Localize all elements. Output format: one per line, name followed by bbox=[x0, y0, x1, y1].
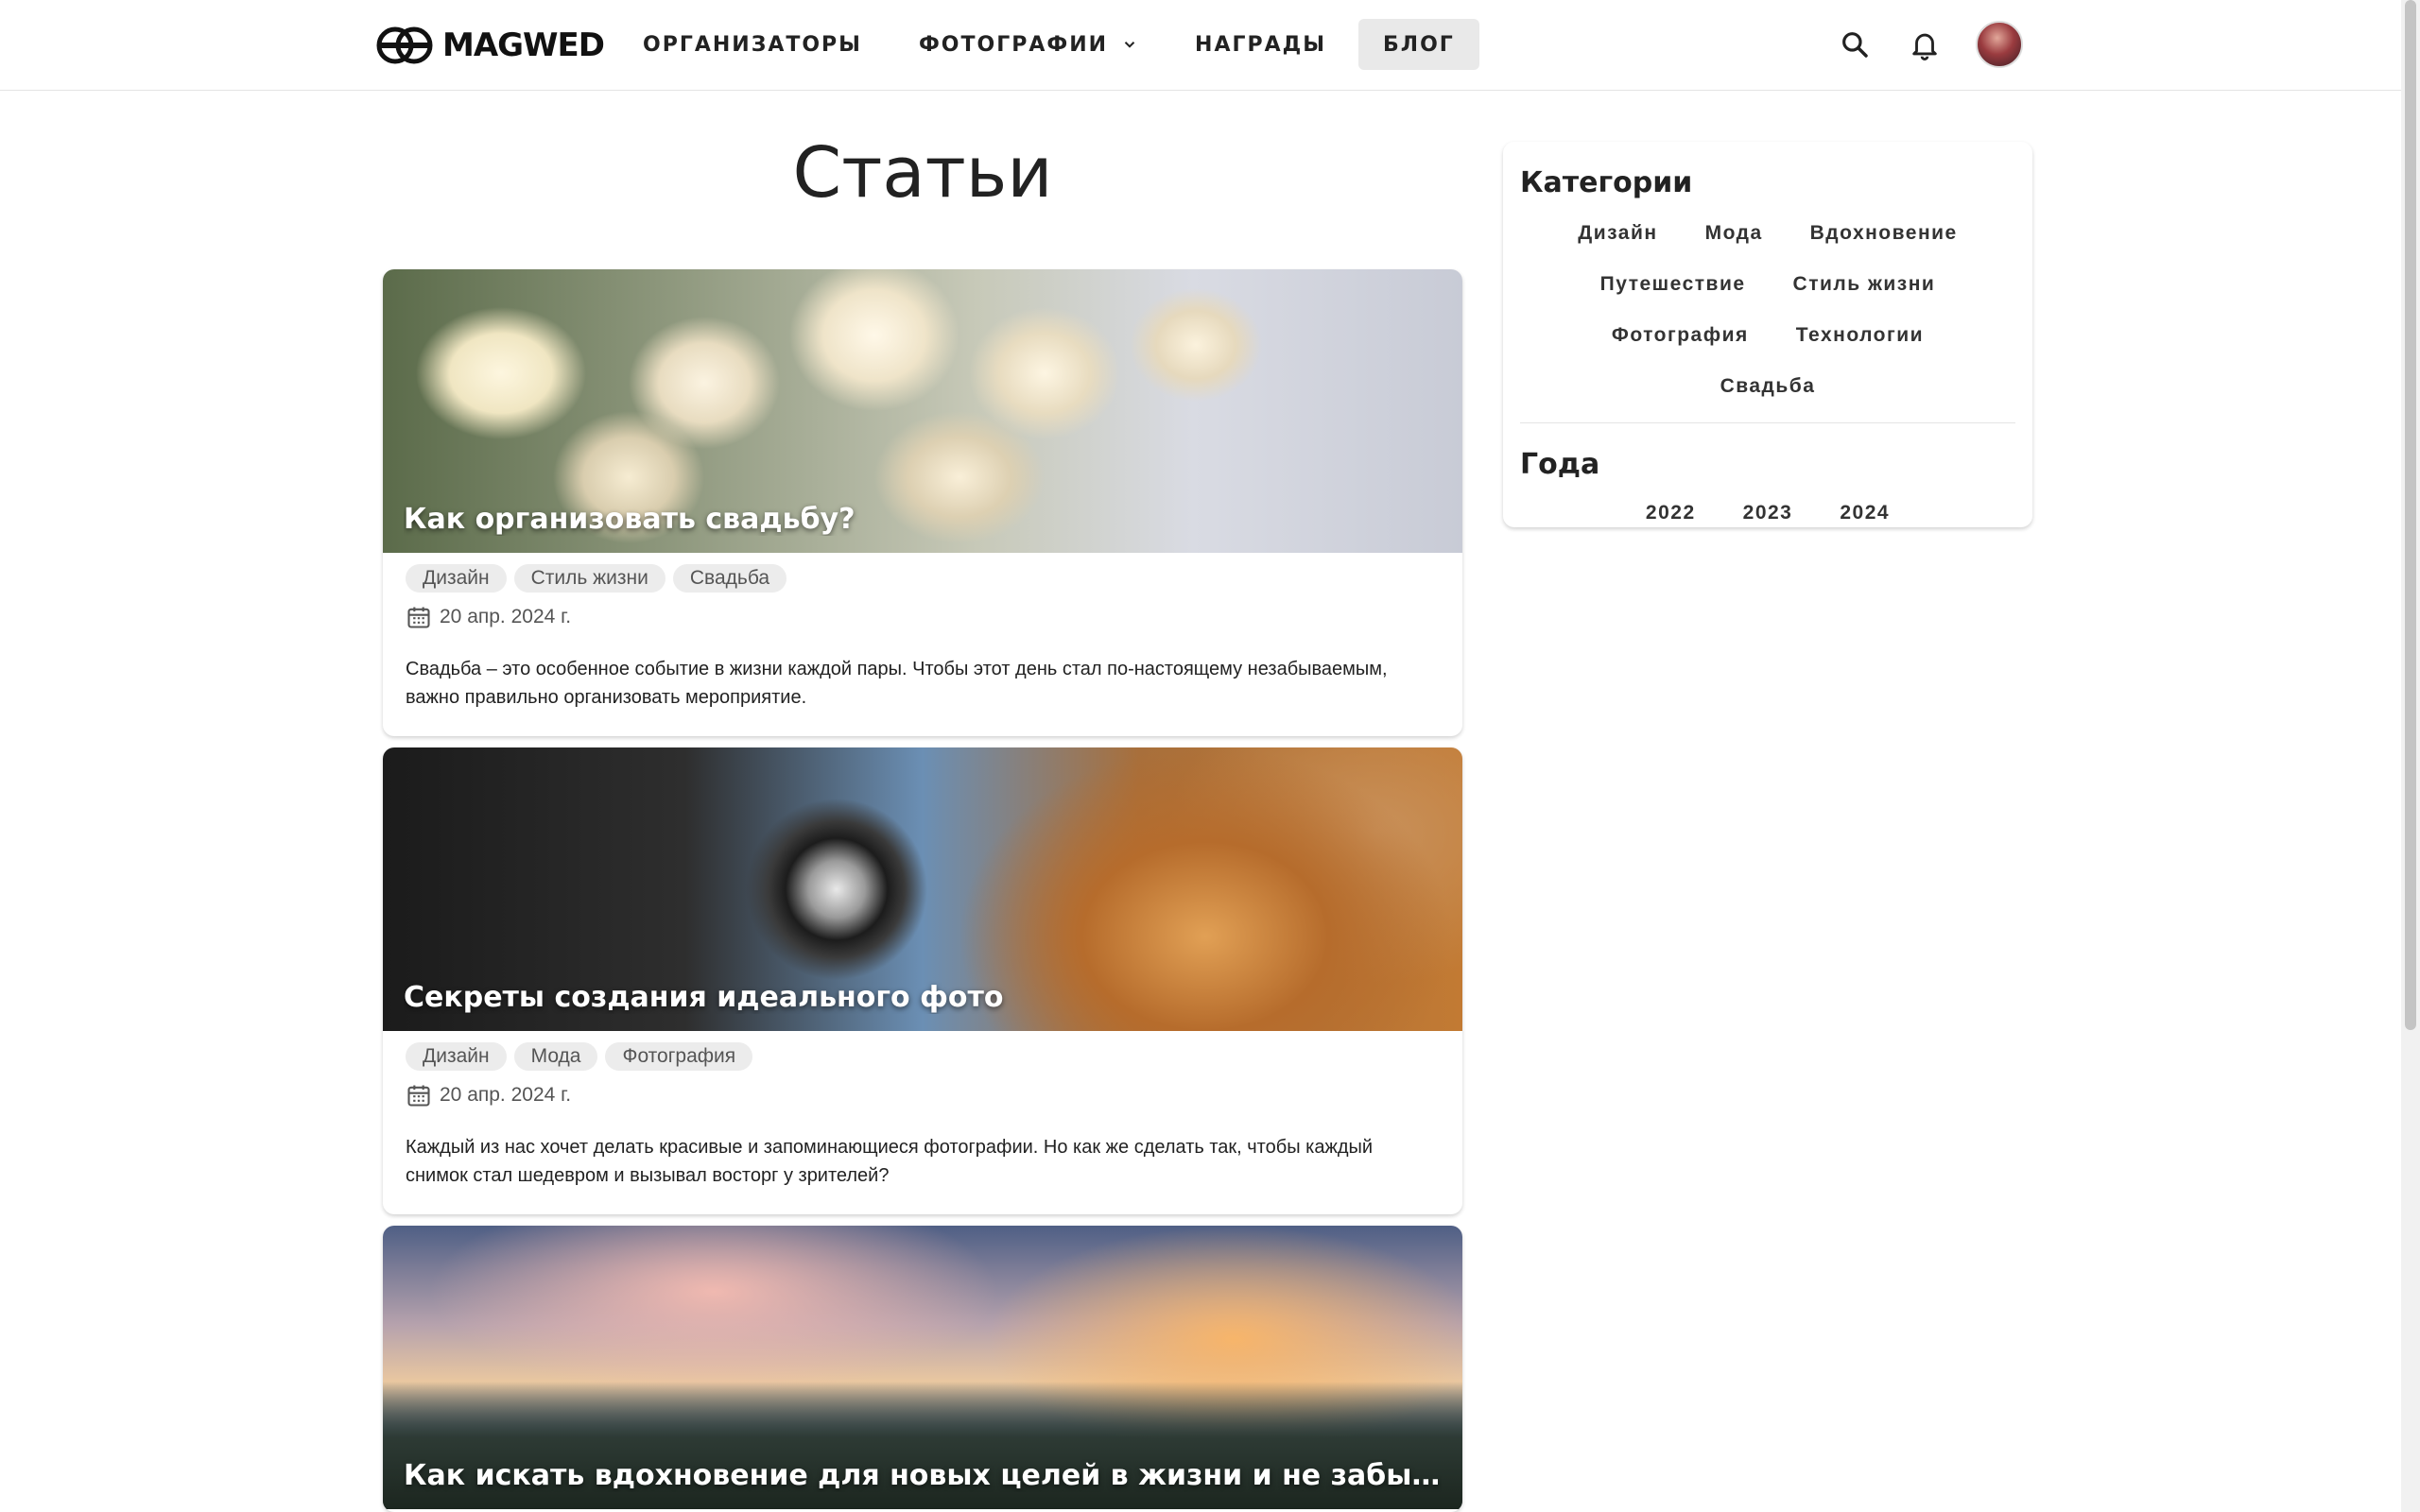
nav-awards[interactable]: НАГРАДЫ bbox=[1170, 19, 1351, 70]
filters-panel: Категории Дизайн Мода Вдохновение Путеше… bbox=[1503, 142, 2032, 527]
article-image: Как искать вдохновение для новых целей в… bbox=[383, 1226, 1462, 1509]
year-chips: 2022 2023 2024 bbox=[1520, 490, 2015, 536]
nav-awards-label: НАГРАДЫ bbox=[1195, 32, 1327, 57]
article-image: Как организовать свадьбу? bbox=[383, 269, 1462, 553]
category-chip[interactable]: Вдохновение bbox=[1787, 211, 1981, 256]
category-chip[interactable]: Свадьба bbox=[1697, 364, 1840, 409]
main-nav: ОРГАНИЗАТОРЫ ФОТОГРАФИИ НАГРАДЫ БЛОГ bbox=[618, 19, 1479, 70]
bell-icon bbox=[1912, 33, 1937, 60]
search-icon bbox=[1842, 32, 1868, 58]
category-chips: Дизайн Мода Вдохновение Путешествие Стил… bbox=[1520, 211, 2015, 409]
tag-chip[interactable]: Дизайн bbox=[406, 1042, 507, 1071]
article-date-row: 20 апр. 2024 г. bbox=[406, 1082, 1440, 1108]
scrollbar-thumb[interactable] bbox=[2405, 0, 2416, 1030]
category-chip[interactable]: Технологии bbox=[1772, 313, 1947, 358]
article-excerpt: Свадьба – это особенное событие в жизни … bbox=[406, 659, 1388, 708]
header-actions bbox=[1836, 21, 2023, 68]
article-image: Секреты создания идеального фото bbox=[383, 747, 1462, 1031]
categories-heading: Категории bbox=[1520, 166, 1693, 199]
logo-mark-icon bbox=[376, 26, 433, 64]
nav-blog[interactable]: БЛОГ bbox=[1358, 19, 1479, 70]
article-card[interactable]: Как организовать свадьбу? Дизайн Стиль ж… bbox=[383, 269, 1462, 736]
article-title[interactable]: Как организовать свадьбу? bbox=[404, 503, 1442, 536]
article-title[interactable]: Как искать вдохновение для новых целей в… bbox=[404, 1459, 1442, 1492]
article-card[interactable]: Как искать вдохновение для новых целей в… bbox=[383, 1226, 1462, 1512]
category-chip[interactable]: Мода bbox=[1682, 211, 1787, 256]
year-chip[interactable]: 2024 bbox=[1816, 490, 1913, 536]
tag-chip[interactable]: Свадьба bbox=[672, 564, 787, 593]
nav-organizers-label: ОРГАНИЗАТОРЫ bbox=[643, 32, 862, 57]
tag-chip[interactable]: Стиль жизни bbox=[513, 564, 666, 593]
search-button[interactable] bbox=[1836, 26, 1874, 63]
category-chip[interactable]: Дизайн bbox=[1554, 211, 1681, 256]
article-tags: Дизайн Мода Фотография bbox=[406, 1042, 1440, 1071]
article-excerpt: Каждый из нас хочет делать красивые и за… bbox=[406, 1137, 1374, 1186]
avatar[interactable] bbox=[1976, 21, 2023, 68]
notifications-button[interactable] bbox=[1906, 26, 1944, 63]
article-tags: Дизайн Стиль жизни Свадьба bbox=[406, 564, 1440, 593]
article-title[interactable]: Секреты создания идеального фото bbox=[404, 981, 1442, 1014]
divider bbox=[1520, 422, 2015, 423]
category-chip[interactable]: Путешествие bbox=[1577, 262, 1770, 307]
nav-blog-label: БЛОГ bbox=[1383, 32, 1455, 57]
article-date: 20 апр. 2024 г. bbox=[440, 606, 572, 627]
years-heading: Года bbox=[1520, 448, 1600, 481]
nav-photos-label: ФОТОГРАФИИ bbox=[918, 32, 1109, 57]
year-chip[interactable]: 2023 bbox=[1720, 490, 1817, 536]
tag-chip[interactable]: Мода bbox=[513, 1042, 598, 1071]
page-title: Статьи bbox=[792, 132, 1053, 214]
calendar-icon bbox=[407, 1085, 430, 1107]
tag-chip[interactable]: Дизайн bbox=[406, 564, 507, 593]
nav-photos[interactable]: ФОТОГРАФИИ bbox=[894, 19, 1163, 70]
article-date-row: 20 апр. 2024 г. bbox=[406, 604, 1440, 630]
category-chip[interactable]: Фотография bbox=[1588, 313, 1772, 358]
nav-organizers[interactable]: ОРГАНИЗАТОРЫ bbox=[618, 19, 887, 70]
article-date: 20 апр. 2024 г. bbox=[440, 1084, 572, 1106]
logo[interactable]: MAGWED bbox=[376, 25, 605, 66]
calendar-icon bbox=[407, 607, 430, 628]
chevron-down-icon bbox=[1124, 42, 1135, 48]
tag-chip[interactable]: Фотография bbox=[605, 1042, 753, 1071]
logo-text: MAGWED bbox=[442, 26, 605, 64]
category-chip[interactable]: Стиль жизни bbox=[1770, 262, 1960, 307]
year-chip[interactable]: 2022 bbox=[1622, 490, 1720, 536]
article-card[interactable]: Секреты создания идеального фото Дизайн … bbox=[383, 747, 1462, 1214]
page-scrollbar[interactable] bbox=[2401, 0, 2420, 1512]
top-app-bar: MAGWED ОРГАНИЗАТОРЫ ФОТОГРАФИИ НАГРАДЫ Б… bbox=[0, 0, 2420, 91]
